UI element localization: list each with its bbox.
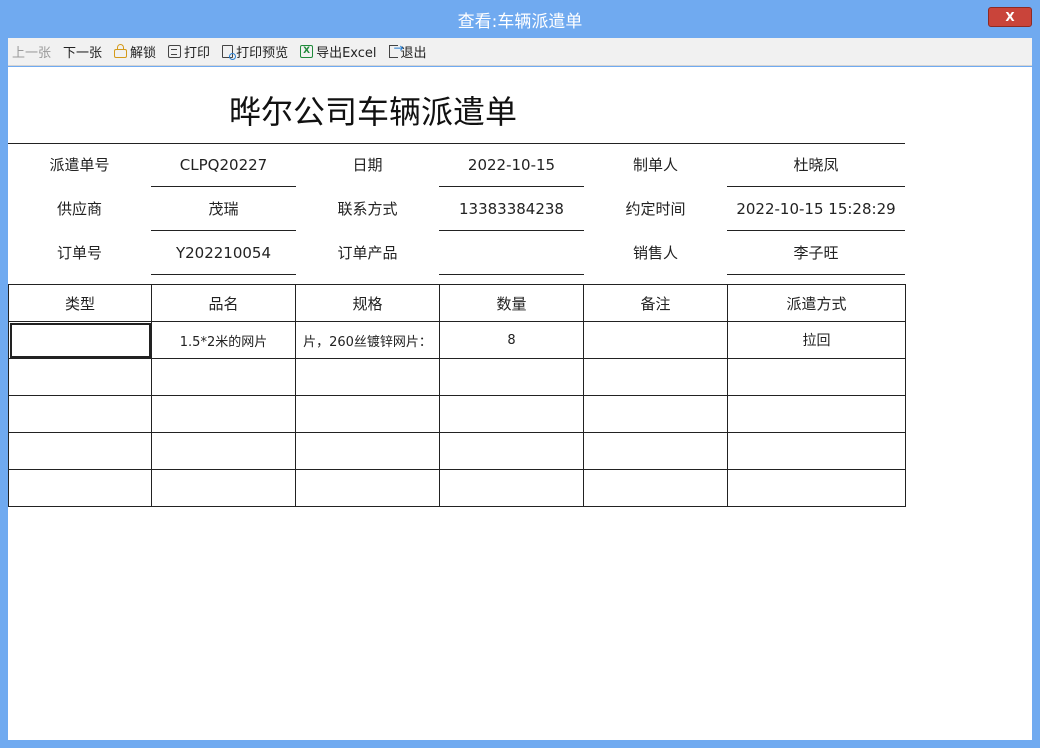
date-value[interactable]: 2022-10-15	[439, 155, 584, 175]
col-header-remark: 备注	[583, 284, 728, 322]
salesperson-value[interactable]: 李子旺	[727, 243, 905, 263]
table-row	[8, 358, 906, 396]
table-cell[interactable]	[583, 469, 728, 507]
dispatch-no-value[interactable]: CLPQ20227	[151, 155, 296, 175]
creator-value[interactable]: 杜晓凤	[727, 155, 905, 175]
table-cell[interactable]	[295, 432, 440, 470]
table-cell[interactable]	[439, 469, 584, 507]
appointed-time-value[interactable]: 2022-10-15 15:28:29	[727, 199, 905, 219]
table-cell[interactable]	[8, 321, 152, 359]
dispatch-no-underline	[151, 186, 296, 187]
supplier-underline	[151, 230, 296, 231]
col-header-type: 类型	[8, 284, 152, 322]
lock-icon	[114, 44, 128, 58]
col-header-spec: 规格	[295, 284, 440, 322]
table-cell[interactable]: 8	[439, 321, 584, 359]
date-underline	[439, 186, 584, 187]
order-no-underline	[151, 274, 296, 275]
toolbar: 上一张 下一张 解锁 打印 打印预览 X 导出Excel 退出	[8, 38, 1032, 66]
prev-label: 上一张	[12, 46, 52, 61]
document-area: 晔尔公司车辆派遣单 派遣单号 CLPQ20227 日期 2022-10-15 制…	[8, 67, 1032, 740]
table-row	[8, 469, 906, 507]
table-cell[interactable]	[583, 395, 728, 433]
table-header-row: 类型 品名 规格 数量 备注 派遣方式	[8, 284, 906, 322]
supplier-label: 供应商	[56, 200, 102, 218]
document-title: 晔尔公司车辆派遣单	[228, 93, 517, 131]
title-divider	[8, 143, 905, 144]
print-preview-label: 打印预览	[236, 46, 289, 61]
dispatch-no-label: 派遣单号	[49, 156, 110, 174]
unlock-button[interactable]: 解锁	[114, 42, 156, 61]
order-no-label: 订单号	[56, 244, 102, 262]
supplier-value[interactable]: 茂瑞	[151, 199, 296, 219]
contact-underline	[439, 230, 584, 231]
exit-button[interactable]: 退出	[388, 41, 427, 61]
exit-label: 退出	[400, 46, 427, 61]
table-row: 1.5*2米的网片 片，260丝镀锌网片： 8 拉回	[8, 321, 906, 359]
table-cell[interactable]	[8, 432, 152, 470]
table-row	[8, 395, 906, 433]
order-product-value[interactable]	[439, 243, 584, 263]
title-bar: 查看:车辆派遣单 X	[0, 0, 1040, 38]
close-button[interactable]: X	[988, 7, 1032, 27]
table-cell[interactable]	[8, 358, 152, 396]
col-header-name: 品名	[151, 284, 296, 322]
creator-label: 制单人	[632, 156, 678, 174]
table-cell[interactable]	[151, 469, 296, 507]
table-cell[interactable]	[151, 358, 296, 396]
window-title: 查看:车辆派遣单	[457, 11, 583, 32]
table-cell[interactable]	[151, 395, 296, 433]
table-cell[interactable]	[8, 469, 152, 507]
detail-table: 类型 品名 规格 数量 备注 派遣方式 1.5*2米的网片 片，260丝镀锌网片…	[8, 284, 906, 507]
table-cell[interactable]	[583, 321, 728, 359]
next-button[interactable]: 下一张	[63, 42, 102, 61]
prev-button[interactable]: 上一张	[12, 42, 51, 61]
table-cell[interactable]	[727, 395, 906, 433]
table-cell[interactable]: 拉回	[727, 321, 906, 359]
table-cell[interactable]	[8, 395, 152, 433]
table-cell[interactable]	[727, 469, 906, 507]
unlock-label: 解锁	[130, 46, 157, 61]
print-preview-button[interactable]: 打印预览	[222, 42, 288, 61]
contact-label: 联系方式	[337, 200, 398, 218]
table-cell[interactable]	[439, 432, 584, 470]
export-excel-button[interactable]: X 导出Excel	[300, 42, 377, 61]
date-label: 日期	[352, 156, 383, 174]
print-preview-icon	[222, 45, 237, 60]
table-cell[interactable]: 片，260丝镀锌网片：	[295, 321, 440, 359]
window: 查看:车辆派遣单 X 上一张 下一张 解锁 打印 打印预览 X 导出Excel	[0, 0, 1040, 748]
table-row	[8, 432, 906, 470]
order-no-value[interactable]: Y202210054	[151, 243, 296, 263]
salesperson-label: 销售人	[632, 244, 678, 262]
table-cell[interactable]	[151, 432, 296, 470]
table-cell[interactable]	[295, 469, 440, 507]
export-excel-label: 导出Excel	[316, 46, 377, 61]
order-product-underline	[439, 274, 584, 275]
next-label: 下一张	[63, 46, 103, 61]
exit-icon	[388, 41, 404, 58]
col-header-dispatch-mode: 派遣方式	[727, 284, 906, 322]
table-cell[interactable]: 1.5*2米的网片	[151, 321, 296, 359]
print-label: 打印	[184, 46, 211, 61]
table-cell[interactable]	[295, 358, 440, 396]
close-icon: X	[1005, 10, 1015, 24]
contact-value[interactable]: 13383384238	[439, 199, 584, 219]
table-cell[interactable]	[439, 358, 584, 396]
table-cell[interactable]	[727, 358, 906, 396]
order-product-label: 订单产品	[337, 244, 398, 262]
table-cell[interactable]	[583, 358, 728, 396]
table-cell[interactable]	[295, 395, 440, 433]
table-cell[interactable]	[583, 432, 728, 470]
table-cell[interactable]	[727, 432, 906, 470]
print-button[interactable]: 打印	[168, 42, 210, 61]
creator-underline	[727, 186, 905, 187]
col-header-qty: 数量	[439, 284, 584, 322]
appointed-time-label: 约定时间	[625, 200, 686, 218]
excel-icon: X	[300, 45, 314, 58]
salesperson-underline	[727, 274, 905, 275]
printer-icon	[168, 45, 182, 58]
table-cell[interactable]	[439, 395, 584, 433]
appointed-time-underline	[727, 230, 905, 231]
